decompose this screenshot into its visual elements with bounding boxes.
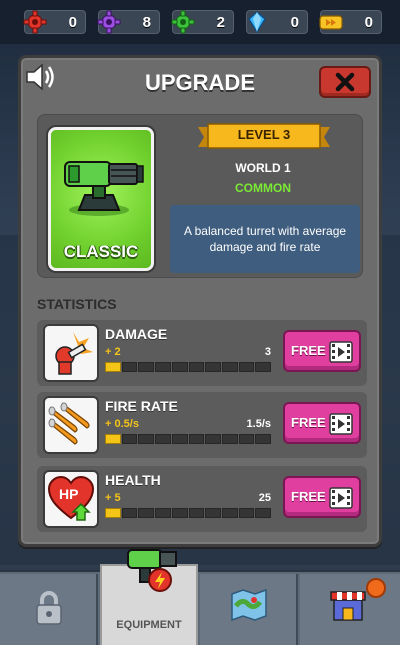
progress-segment [138, 434, 155, 444]
video-ad-icon [329, 487, 353, 509]
bottom-nav: EQUIPMENT [0, 549, 400, 645]
stat-progress-bar [105, 362, 272, 372]
stat-bonus: + 5 [105, 492, 121, 504]
stat-value: 1.5/s [246, 418, 271, 430]
item-name: CLASSIC [63, 242, 139, 261]
tab-equipment[interactable]: EQUIPMENT [100, 549, 198, 645]
stat-name: FIRE RATE [105, 398, 178, 414]
progress-segment [121, 508, 138, 518]
statistics-heading: STATISTICS [37, 296, 117, 312]
free-label: FREE [291, 415, 326, 430]
video-ad-icon [329, 413, 353, 435]
stat-value: 3 [264, 346, 271, 358]
progress-segment [155, 434, 171, 444]
currency-purple-gear: 8 [95, 8, 160, 36]
item-portrait: CLASSIC [48, 127, 154, 271]
progress-segment [255, 362, 272, 372]
turret-icon [127, 549, 177, 592]
progress-segment [205, 434, 221, 444]
damage-icon [43, 324, 99, 382]
item-description: A balanced turret with average damage an… [170, 205, 360, 273]
item-level: LEVEL 3 [237, 127, 291, 142]
free-label: FREE [291, 343, 326, 358]
item-card: CLASSIC LEVEL 3 WORLD 1 COMMON A balance… [37, 114, 363, 278]
progress-segment [105, 508, 121, 518]
progress-segment [138, 362, 155, 372]
currency-value: 0 [68, 14, 77, 31]
progress-segment [171, 508, 188, 518]
blue-gem-icon [243, 8, 271, 36]
stat-progress-bar [105, 508, 272, 518]
progress-segment [188, 508, 205, 518]
progress-segment [171, 434, 188, 444]
currency-blue-gem: 0 [246, 10, 308, 34]
progress-segment [121, 362, 138, 372]
free-upgrade-button[interactable]: FREE [283, 330, 361, 372]
tab-shop[interactable] [300, 574, 400, 645]
currency-value: 2 [216, 14, 225, 31]
svg-text:HP: HP [59, 486, 78, 502]
progress-segment [138, 508, 155, 518]
currency-bar: 0 8 2 0 0 [0, 0, 400, 44]
video-ad-icon [329, 341, 353, 363]
progress-segment [238, 434, 255, 444]
progress-segment [221, 362, 238, 372]
progress-segment [205, 508, 221, 518]
progress-segment [105, 362, 121, 372]
progress-segment [171, 362, 188, 372]
health-icon: HP [43, 470, 99, 528]
stat-value: 25 [258, 492, 271, 504]
stat-row-fire-rate: FIRE RATE + 0.5/s 1.5/s FREE [37, 392, 367, 458]
padlock-icon [36, 591, 62, 625]
progress-segment [221, 508, 238, 518]
purple-gear-icon [95, 8, 123, 36]
gatling-turret-icon [64, 161, 144, 216]
progress-segment [188, 362, 205, 372]
notification-badge [366, 578, 386, 598]
currency-value: 0 [364, 14, 373, 31]
tab-locked[interactable] [0, 574, 98, 645]
close-icon [335, 72, 355, 92]
stat-name: HEALTH [105, 472, 161, 488]
stat-row-health: HP HEALTH + 5 25 FREE [37, 466, 367, 532]
map-icon [231, 588, 267, 622]
tab-label: EQUIPMENT [116, 619, 182, 631]
progress-segment [238, 508, 255, 518]
progress-segment [221, 434, 238, 444]
progress-segment [238, 362, 255, 372]
stat-row-damage: DAMAGE + 2 3 FREE [37, 320, 367, 386]
currency-value: 0 [290, 14, 299, 31]
item-world: WORLD 1 [235, 161, 291, 175]
stat-bonus: + 0.5/s [105, 418, 139, 430]
tab-map[interactable] [200, 574, 298, 645]
free-upgrade-button[interactable]: FREE [283, 476, 361, 518]
green-gear-icon [169, 8, 197, 36]
currency-ticket: 0 [317, 8, 382, 36]
progress-segment [105, 434, 121, 444]
shop-icon [330, 591, 366, 621]
item-rarity: COMMON [235, 181, 291, 195]
currency-red-gear: 0 [21, 8, 86, 36]
free-upgrade-button[interactable]: FREE [283, 402, 361, 444]
progress-segment [188, 434, 205, 444]
progress-segment [255, 434, 272, 444]
progress-segment [255, 508, 272, 518]
progress-segment [155, 362, 171, 372]
red-gear-icon [21, 8, 49, 36]
stat-progress-bar [105, 434, 272, 444]
progress-segment [121, 434, 138, 444]
stat-bonus: + 2 [105, 346, 121, 358]
upgrade-modal: UPGRADE CLASSIC LEVEL 3 WORLD 1 COMMON A… [18, 55, 382, 547]
close-button[interactable] [319, 66, 371, 98]
currency-green-gear: 2 [169, 8, 234, 36]
currency-value: 8 [142, 14, 151, 31]
ticket-icon [317, 8, 345, 36]
bullets-icon [43, 396, 99, 454]
free-label: FREE [291, 489, 326, 504]
progress-segment [205, 362, 221, 372]
stat-name: DAMAGE [105, 326, 168, 342]
progress-segment [155, 508, 171, 518]
